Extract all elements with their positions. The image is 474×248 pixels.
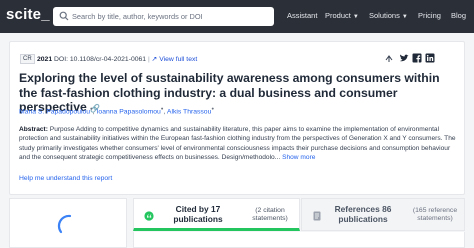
author-link[interactable]: Maria S. Papadopoulou	[19, 108, 90, 115]
publication-year: 2021	[37, 56, 53, 63]
nav-assistant[interactable]: Assistant	[287, 11, 317, 20]
nav-pricing[interactable]: Pricing	[418, 11, 441, 20]
loading-spinner-icon	[57, 214, 72, 234]
chevron-down-icon: ▼	[401, 14, 408, 20]
orcid-icon: ●	[211, 106, 215, 111]
author-list: Maria S. Papadopoulou ●, Ioanna Papasolom…	[19, 106, 214, 115]
meta-separator: |	[147, 56, 150, 63]
help-understand-link[interactable]: Help me understand this report	[19, 175, 112, 182]
nav-product-label: Product	[325, 11, 351, 20]
top-navigation-bar: scite_ Assistant Product▼ Solutions▼ Pri…	[0, 0, 474, 33]
nav-solutions[interactable]: Solutions ▼	[369, 11, 408, 20]
paper-meta: 2021 DOI: 10.1108/cr-04-2021-0061 | ↗ Vi…	[37, 55, 197, 63]
author-separator: ,	[92, 108, 95, 116]
citation-tabs: Cited by 17 publications (2 citation sta…	[133, 198, 465, 248]
paper-card: CR 2021 DOI: 10.1108/cr-04-2021-0061 | ↗…	[9, 41, 465, 195]
tab-references-statements: (165 reference statements)	[412, 207, 458, 222]
search-box[interactable]	[53, 7, 274, 26]
abstract-label: Abstract:	[19, 126, 48, 133]
chevron-down-icon: ▼	[352, 14, 359, 20]
external-link-icon: ↗	[151, 56, 158, 63]
abstract: Abstract: Purpose Adding to competitive …	[19, 125, 459, 163]
author-separator: ,	[163, 108, 166, 116]
scite-logo[interactable]: scite_	[6, 6, 50, 23]
author-link[interactable]: Ioanna Papasolomou	[97, 108, 161, 115]
show-more-link[interactable]: Show more	[282, 154, 315, 161]
tab-references-label: References 86 publications	[334, 204, 392, 224]
tab-cited-by-label: Cited by 17 publications	[173, 204, 223, 224]
nav-product[interactable]: Product ▼	[325, 11, 359, 20]
linkedin-icon[interactable]	[425, 53, 435, 63]
tab-references[interactable]: References 86 publications (165 referenc…	[301, 198, 465, 231]
search-icon	[59, 11, 69, 21]
tab-cited-by[interactable]: Cited by 17 publications (2 citation sta…	[133, 198, 300, 231]
twitter-icon[interactable]	[399, 53, 409, 63]
facebook-icon[interactable]	[412, 53, 422, 63]
search-input[interactable]	[72, 7, 270, 26]
nav-solutions-label: Solutions	[369, 11, 400, 20]
author-link[interactable]: Alkis Thrassou	[167, 108, 211, 115]
document-icon	[313, 211, 321, 221]
tab-content-area	[133, 232, 465, 248]
abstract-text: Purpose Adding to competitive dynamics a…	[19, 126, 456, 162]
loading-panel	[9, 198, 127, 248]
doi-text[interactable]: DOI: 10.1108/cr-04-2021-0061	[54, 56, 146, 63]
share-icon[interactable]	[384, 53, 394, 63]
view-full-text-link[interactable]: View full text	[159, 56, 197, 63]
quote-icon	[144, 211, 154, 221]
nav-blog[interactable]: Blog	[451, 11, 466, 20]
tab-cited-by-statements: (2 citation statements)	[252, 207, 288, 222]
type-badge: CR	[20, 54, 35, 64]
